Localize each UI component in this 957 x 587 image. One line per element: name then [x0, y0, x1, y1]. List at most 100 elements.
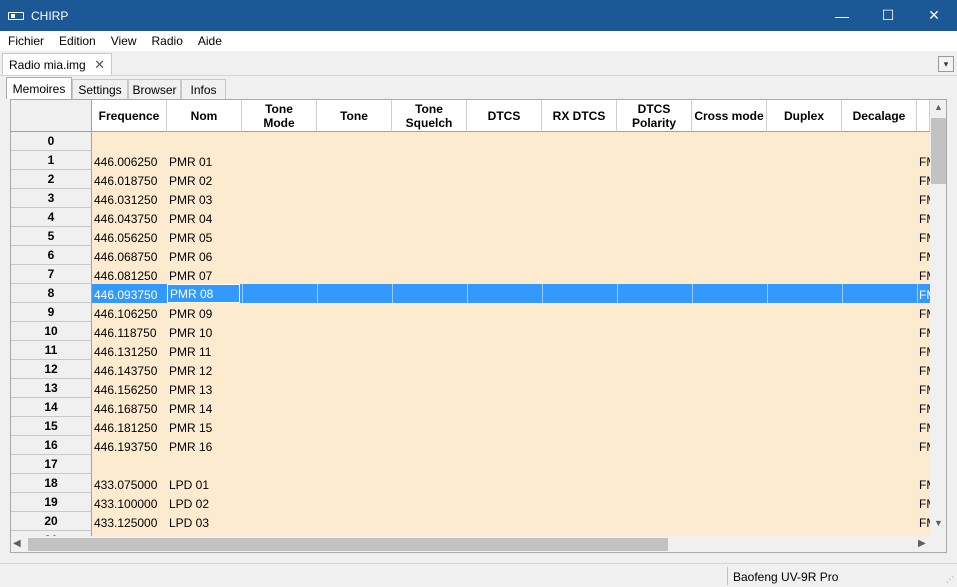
- vertical-scroll-thumb[interactable]: [931, 118, 946, 184]
- row-number[interactable]: 9: [11, 303, 92, 322]
- frequency-cell[interactable]: 446.068750: [92, 246, 167, 265]
- horizontal-scroll-thumb[interactable]: [28, 538, 668, 551]
- mode-cell[interactable]: FM: [917, 379, 930, 398]
- mode-cell[interactable]: FM: [917, 303, 930, 322]
- row-number[interactable]: 3: [11, 189, 92, 208]
- tab-infos[interactable]: Infos: [181, 79, 226, 99]
- name-cell[interactable]: PMR 09: [167, 303, 242, 322]
- memory-row[interactable]: 14446.168750PMR 14 FM: [11, 398, 930, 417]
- name-cell[interactable]: PMR 03: [167, 189, 242, 208]
- close-button[interactable]: ✕: [911, 0, 957, 31]
- memory-row[interactable]: 1446.006250PMR 01 FM: [11, 151, 930, 170]
- row-number[interactable]: 13: [11, 379, 92, 398]
- memory-row[interactable]: 8446.093750PMR 08 FM: [11, 284, 930, 303]
- row-number[interactable]: 15: [11, 417, 92, 436]
- document-tab[interactable]: Radio mia.img ✕: [2, 53, 112, 75]
- menu-radio[interactable]: Radio: [144, 34, 190, 48]
- row-number[interactable]: 12: [11, 360, 92, 379]
- mode-cell[interactable]: FM: [917, 284, 930, 303]
- name-cell[interactable]: PMR 05: [167, 227, 242, 246]
- column-header[interactable]: Decalage: [842, 100, 917, 132]
- menu-edition[interactable]: Edition: [51, 34, 103, 48]
- memory-row[interactable]: 0: [11, 132, 930, 151]
- mode-cell[interactable]: FM: [917, 170, 930, 189]
- column-header[interactable]: Tone: [317, 100, 392, 132]
- name-cell[interactable]: PMR 10: [167, 322, 242, 341]
- column-header[interactable]: Tone Mode: [242, 100, 317, 132]
- menu-fichier[interactable]: Fichier: [0, 34, 51, 48]
- mode-cell[interactable]: FM: [917, 189, 930, 208]
- row-number[interactable]: 11: [11, 341, 92, 360]
- row-number[interactable]: 5: [11, 227, 92, 246]
- scroll-up-icon[interactable]: ▲: [930, 102, 946, 116]
- column-header[interactable]: Frequence: [92, 100, 167, 132]
- name-cell[interactable]: PMR 08: [167, 284, 240, 303]
- name-cell[interactable]: PMR 07: [167, 265, 242, 284]
- memory-row[interactable]: 18433.075000LPD 01 FM: [11, 474, 930, 493]
- memory-row[interactable]: 17: [11, 455, 930, 474]
- frequency-cell[interactable]: 446.056250: [92, 227, 167, 246]
- memory-row[interactable]: 19433.100000LPD 02 FM: [11, 493, 930, 512]
- column-header[interactable]: Cross mode: [692, 100, 767, 132]
- name-cell[interactable]: LPD 01: [167, 474, 242, 493]
- memory-row[interactable]: 5446.056250PMR 05 FM: [11, 227, 930, 246]
- tab-list-dropdown-icon[interactable]: ▾: [938, 56, 954, 72]
- memory-row[interactable]: 16446.193750PMR 16 FM: [11, 436, 930, 455]
- frequency-cell[interactable]: 446.131250: [92, 341, 167, 360]
- mode-cell[interactable]: [917, 455, 930, 474]
- vertical-scrollbar[interactable]: ▲ ▼: [930, 100, 946, 536]
- close-tab-icon[interactable]: ✕: [94, 57, 105, 73]
- name-cell[interactable]: [167, 455, 242, 474]
- frequency-cell[interactable]: 446.118750: [92, 322, 167, 341]
- mode-cell[interactable]: FM: [917, 417, 930, 436]
- scroll-right-icon[interactable]: ▶: [918, 538, 930, 551]
- name-cell[interactable]: PMR 11: [167, 341, 242, 360]
- frequency-cell[interactable]: [92, 455, 167, 474]
- memory-row[interactable]: 6446.068750PMR 06 FM: [11, 246, 930, 265]
- row-number[interactable]: 0: [11, 132, 92, 151]
- scroll-down-icon[interactable]: ▼: [930, 518, 946, 532]
- minimize-button[interactable]: —: [819, 0, 865, 31]
- column-header-partial[interactable]: [917, 100, 930, 132]
- row-number[interactable]: 10: [11, 322, 92, 341]
- column-header[interactable]: Nom: [167, 100, 242, 132]
- row-number[interactable]: 6: [11, 246, 92, 265]
- memory-row[interactable]: 10446.118750PMR 10 FM: [11, 322, 930, 341]
- mode-cell[interactable]: FM: [917, 246, 930, 265]
- name-cell[interactable]: PMR 06: [167, 246, 242, 265]
- frequency-cell[interactable]: 446.031250: [92, 189, 167, 208]
- name-cell[interactable]: PMR 12: [167, 360, 242, 379]
- memory-row[interactable]: 15446.181250PMR 15 FM: [11, 417, 930, 436]
- row-number[interactable]: 14: [11, 398, 92, 417]
- memory-row[interactable]: 2446.018750PMR 02 FM: [11, 170, 930, 189]
- column-header[interactable]: RX DTCS: [542, 100, 617, 132]
- menu-aide[interactable]: Aide: [190, 34, 229, 48]
- name-cell[interactable]: PMR 04: [167, 208, 242, 227]
- memory-row[interactable]: 3446.031250PMR 03 FM: [11, 189, 930, 208]
- column-header[interactable]: DTCS Polarity: [617, 100, 692, 132]
- row-number[interactable]: 8: [11, 284, 92, 303]
- memory-row[interactable]: 20433.125000LPD 03 FM: [11, 512, 930, 531]
- frequency-cell[interactable]: 446.193750: [92, 436, 167, 455]
- frequency-cell[interactable]: 446.018750: [92, 170, 167, 189]
- resize-grip-icon[interactable]: ⋰: [946, 575, 954, 584]
- frequency-cell[interactable]: 446.106250: [92, 303, 167, 322]
- memory-row[interactable]: 4446.043750PMR 04 FM: [11, 208, 930, 227]
- frequency-cell[interactable]: 446.143750: [92, 360, 167, 379]
- name-cell[interactable]: PMR 01: [167, 151, 242, 170]
- frequency-cell[interactable]: 446.006250: [92, 151, 167, 170]
- mode-cell[interactable]: FM: [917, 474, 930, 493]
- frequency-cell[interactable]: 433.100000: [92, 493, 167, 512]
- frequency-cell[interactable]: 433.125000: [92, 512, 167, 531]
- name-cell[interactable]: PMR 16: [167, 436, 242, 455]
- row-number[interactable]: 17: [11, 455, 92, 474]
- row-number[interactable]: 20: [11, 512, 92, 531]
- mode-cell[interactable]: FM: [917, 265, 930, 284]
- frequency-cell[interactable]: 446.043750: [92, 208, 167, 227]
- row-number[interactable]: 4: [11, 208, 92, 227]
- memory-row[interactable]: 13446.156250PMR 13 FM: [11, 379, 930, 398]
- mode-cell[interactable]: FM: [917, 436, 930, 455]
- mode-cell[interactable]: FM: [917, 341, 930, 360]
- row-number[interactable]: 7: [11, 265, 92, 284]
- row-number[interactable]: 16: [11, 436, 92, 455]
